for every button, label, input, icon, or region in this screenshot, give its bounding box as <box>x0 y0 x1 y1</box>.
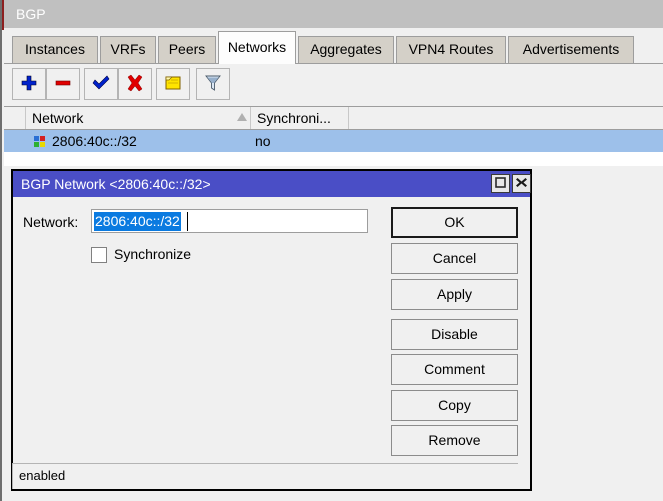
disable-button[interactable] <box>118 68 152 100</box>
network-field-label: Network: <box>23 214 79 230</box>
cell-network: 2806:40c::/32 <box>52 133 137 149</box>
close-icon <box>515 176 528 192</box>
synchronize-checkbox[interactable] <box>91 247 107 263</box>
maximize-button[interactable] <box>491 174 510 193</box>
plus-icon <box>19 73 39 96</box>
column-header-synchronize[interactable]: Synchroni... <box>251 107 349 129</box>
cross-icon <box>125 73 145 96</box>
tab-aggregates[interactable]: Aggregates <box>298 36 394 63</box>
funnel-icon <box>203 73 223 96</box>
column-header-flag[interactable] <box>4 107 26 129</box>
toolbar <box>4 64 663 106</box>
add-button[interactable] <box>12 68 46 100</box>
network-input-value: 2806:40c::/32 <box>94 212 181 231</box>
filter-button[interactable] <box>196 68 230 100</box>
window-title: BGP <box>16 6 46 22</box>
disable-button[interactable]: Disable <box>391 319 518 350</box>
network-input[interactable]: 2806:40c::/32 <box>91 209 368 233</box>
networks-table: Network Synchroni... 2806:40c::/32 no <box>4 106 663 166</box>
remove-button[interactable] <box>46 68 80 100</box>
comment-button[interactable]: Comment <box>391 354 518 385</box>
ok-button[interactable]: OK <box>391 207 518 238</box>
cancel-button[interactable]: Cancel <box>391 243 518 274</box>
enable-button[interactable] <box>84 68 118 100</box>
apply-button[interactable]: Apply <box>391 279 518 310</box>
synchronize-label: Synchronize <box>114 246 192 262</box>
tab-peers[interactable]: Peers <box>158 36 216 63</box>
dialog-title-bar[interactable]: BGP Network <2806:40c::/32> <box>13 171 531 197</box>
maximize-icon <box>494 176 507 192</box>
column-header-filler <box>349 107 663 129</box>
tab-vpn4-routes[interactable]: VPN4 Routes <box>396 36 506 63</box>
window-title-bar: BGP <box>4 0 663 28</box>
table-row[interactable]: 2806:40c::/32 no <box>4 130 663 152</box>
note-icon <box>163 73 183 96</box>
cell-synchronize: no <box>255 133 271 149</box>
bgp-window: BGP Instances VRFs Peers Networks Aggreg… <box>0 0 663 501</box>
dialog-status-bar: enabled <box>12 463 518 489</box>
comment-button[interactable] <box>156 68 190 100</box>
tab-instances[interactable]: Instances <box>12 36 98 63</box>
check-icon <box>91 73 111 96</box>
tab-vrfs[interactable]: VRFs <box>100 36 156 63</box>
column-header-network[interactable]: Network <box>26 107 251 129</box>
network-status-icon <box>34 136 45 147</box>
dialog-title: BGP Network <2806:40c::/32> <box>21 176 211 192</box>
sort-ascending-icon <box>237 113 247 121</box>
remove-button[interactable]: Remove <box>391 425 518 456</box>
tab-networks[interactable]: Networks <box>218 31 296 64</box>
minus-icon <box>53 73 73 96</box>
close-button[interactable] <box>512 174 531 193</box>
tab-advertisements[interactable]: Advertisements <box>508 36 634 63</box>
tab-strip: Instances VRFs Peers Networks Aggregates… <box>4 28 663 64</box>
text-caret <box>187 212 188 231</box>
copy-button[interactable]: Copy <box>391 390 518 421</box>
status-text: enabled <box>19 468 66 483</box>
table-header-row: Network Synchroni... <box>4 106 663 130</box>
